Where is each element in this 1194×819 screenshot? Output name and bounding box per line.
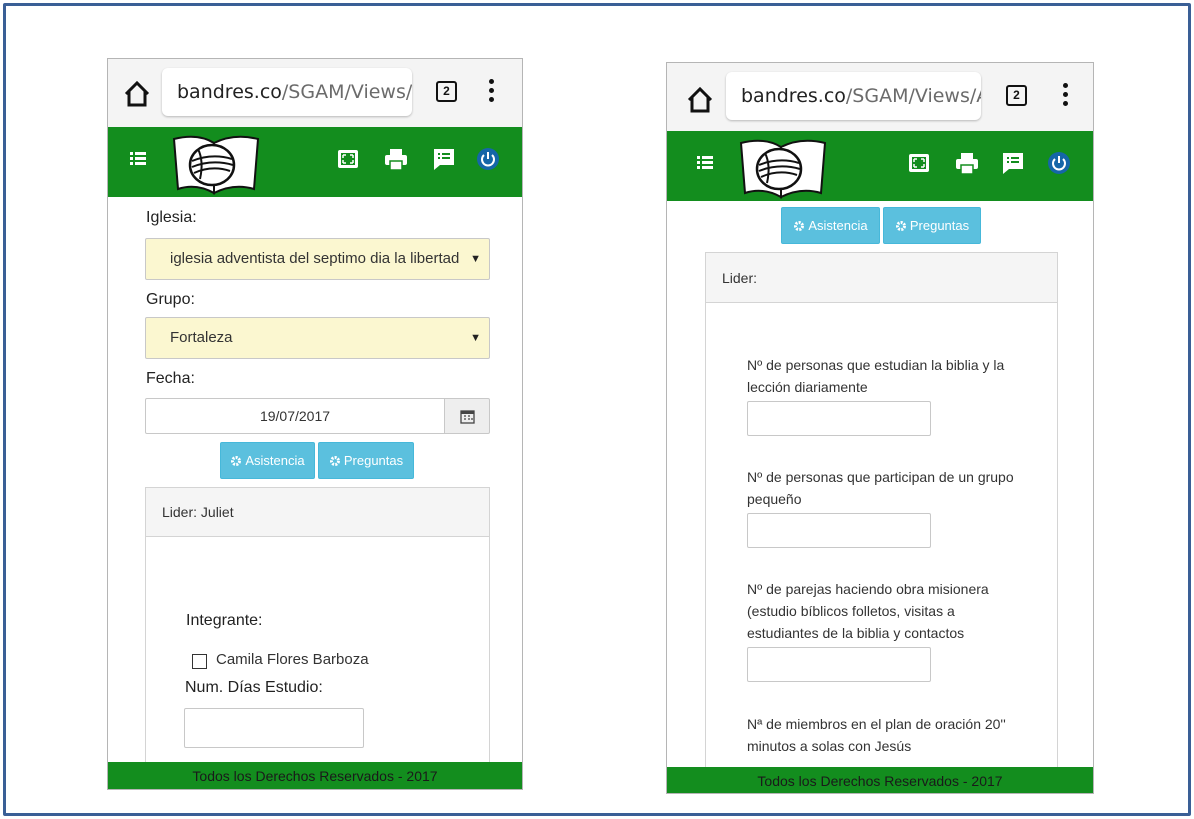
preguntas-label: Preguntas: [909, 218, 970, 233]
asistencia-button[interactable]: Asistencia: [220, 442, 315, 479]
question-text: Nº de parejas haciendo obra misionera (e…: [747, 581, 989, 641]
url-path: /SGAM/Views/A: [281, 81, 412, 103]
dias-label: Num. Días Estudio:: [185, 679, 323, 696]
kebab-menu-icon[interactable]: [1063, 83, 1069, 109]
chevron-down-icon: ▼: [470, 332, 481, 344]
iglesia-label: Iglesia:: [146, 209, 197, 226]
power-icon[interactable]: [476, 147, 500, 171]
fecha-input[interactable]: 19/07/2017: [145, 398, 445, 434]
panel-title: Lider:: [706, 253, 1057, 303]
question-input[interactable]: [747, 401, 931, 436]
preguntas-button[interactable]: Preguntas: [883, 207, 981, 244]
fullscreen-icon[interactable]: [907, 151, 931, 175]
phone-screen-left: bandres.co/SGAM/Views/A 2 Iglesia: igles…: [107, 58, 523, 790]
message-icon[interactable]: [1001, 151, 1025, 175]
url-host: bandres.co: [741, 85, 846, 107]
list-menu-icon[interactable]: [130, 152, 146, 166]
grupo-select[interactable]: Fortaleza ▼: [145, 317, 490, 359]
fecha-label: Fecha:: [146, 370, 195, 387]
grupo-label: Grupo:: [146, 291, 195, 308]
footer: Todos los Derechos Reservados - 2017: [667, 767, 1093, 793]
url-path: /SGAM/Views/A: [845, 85, 981, 107]
app-header: [667, 131, 1093, 201]
logo-book-icon: [739, 139, 827, 199]
app-header: [108, 127, 522, 197]
home-icon[interactable]: [122, 79, 152, 109]
iglesia-value: iglesia adventista del septimo dia la li…: [170, 250, 460, 267]
asistencia-button[interactable]: Asistencia: [781, 207, 880, 244]
home-icon[interactable]: [685, 85, 715, 115]
list-menu-icon[interactable]: [697, 156, 713, 170]
asistencia-label: Asistencia: [808, 218, 868, 233]
logo-book-icon: [172, 135, 260, 195]
checkbox-icon[interactable]: [192, 654, 207, 669]
footer: Todos los Derechos Reservados - 2017: [108, 762, 522, 789]
question-text: Nº de personas que estudian la biblia y …: [747, 357, 1005, 395]
gear-icon: [329, 456, 340, 466]
question-text: Nº de personas que participan de un grup…: [747, 469, 1014, 507]
url-field[interactable]: bandres.co/SGAM/Views/A: [726, 72, 981, 120]
gear-icon: [231, 456, 242, 466]
phone-screen-right: bandres.co/SGAM/Views/A 2 Asistencia Pre…: [666, 62, 1094, 794]
panel-title: Lider: Juliet: [146, 488, 489, 537]
print-icon[interactable]: [955, 151, 979, 175]
calendar-icon: [460, 410, 475, 424]
preguntas-label: Preguntas: [343, 453, 404, 468]
questions-panel: Lider: Nº de personas que estudian la bi…: [705, 252, 1058, 772]
fullscreen-icon[interactable]: [336, 147, 360, 171]
browser-toolbar: bandres.co/SGAM/Views/A 2: [108, 59, 522, 127]
grupo-value: Fortaleza: [170, 329, 233, 346]
chevron-down-icon: ▼: [470, 253, 481, 265]
asistencia-label: Asistencia: [245, 453, 305, 468]
integrante-label: Integrante:: [186, 612, 263, 629]
iglesia-select[interactable]: iglesia adventista del septimo dia la li…: [145, 238, 490, 280]
gear-icon: [794, 221, 805, 231]
message-icon[interactable]: [432, 147, 456, 171]
power-icon[interactable]: [1047, 151, 1071, 175]
leader-panel: Lider: Juliet Integrante: Camila Flores …: [145, 487, 490, 777]
preguntas-button[interactable]: Preguntas: [318, 442, 414, 479]
tab-switcher-icon[interactable]: 2: [1006, 85, 1027, 106]
url-field[interactable]: bandres.co/SGAM/Views/A: [162, 68, 412, 116]
dias-input[interactable]: [184, 708, 364, 748]
tab-switcher-icon[interactable]: 2: [436, 81, 457, 102]
question-input[interactable]: [747, 647, 931, 682]
kebab-menu-icon[interactable]: [489, 79, 495, 105]
question-input[interactable]: [747, 513, 931, 548]
gear-icon: [895, 221, 906, 231]
print-icon[interactable]: [384, 147, 408, 171]
url-host: bandres.co: [177, 81, 282, 103]
browser-toolbar: bandres.co/SGAM/Views/A 2: [667, 63, 1093, 131]
member-name: Camila Flores Barboza: [216, 651, 369, 668]
question-text: Nª de miembros en el plan de oración 20'…: [747, 716, 1006, 754]
calendar-button[interactable]: [444, 398, 490, 434]
